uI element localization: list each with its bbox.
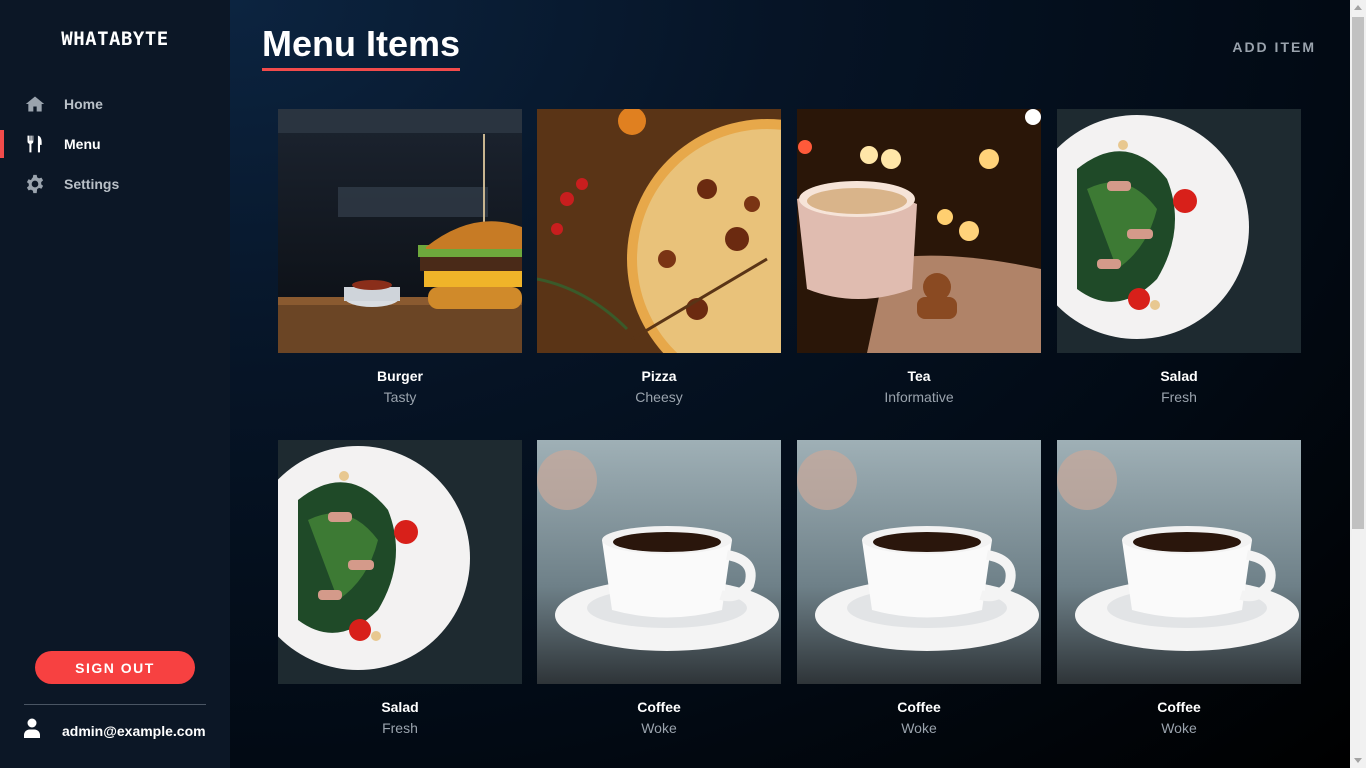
coffee-photo [797,440,1041,684]
sidebar-item-home[interactable]: Home [0,84,230,124]
menu-item-name: Salad [381,699,419,715]
menu-item-name: Pizza [641,368,677,384]
scrollbar[interactable] [1350,0,1366,768]
menu-item-name: Burger [377,368,423,384]
menu-item-card[interactable]: Coffee Woke [797,440,1041,736]
home-icon [24,93,46,115]
sidebar-item-settings[interactable]: Settings [0,164,230,204]
menu-item-name: Tea [907,368,931,384]
menu-item-name: Coffee [897,699,941,715]
salad-photo [278,440,522,684]
menu-item-description: Fresh [382,720,418,736]
utensils-icon [24,133,46,155]
user-profile[interactable]: admin@example.com [24,718,206,743]
menu-item-name: Coffee [1157,699,1201,715]
gear-icon [24,173,46,195]
divider [24,704,206,705]
add-item-button[interactable]: ADD ITEM [1232,39,1316,55]
tea-photo [797,109,1041,353]
sidebar-item-label: Home [64,96,103,112]
coffee-photo [1057,440,1301,684]
user-email: admin@example.com [62,722,206,739]
menu-item-description: Informative [884,389,954,405]
page-title: Menu Items [262,24,461,71]
menu-item-description: Fresh [1161,389,1197,405]
pizza-photo [537,109,781,353]
menu-item-description: Tasty [383,389,417,405]
menu-item-card[interactable]: Pizza Cheesy [537,109,781,405]
main-content: Menu Items ADD ITEM Burger Tasty Pizza C… [230,0,1350,768]
brand-logo[interactable]: WHATABYTE [0,28,230,50]
menu-item-name: Salad [1160,368,1198,384]
scroll-down-arrow-icon[interactable] [1354,758,1362,763]
menu-item-card[interactable]: Salad Fresh [1057,109,1301,405]
menu-item-name: Coffee [637,699,681,715]
sidebar-nav: Home Menu Settings [0,84,230,204]
sign-out-button[interactable]: SIGN OUT [35,651,195,684]
sidebar-item-menu[interactable]: Menu [0,124,230,164]
menu-item-card[interactable]: Burger Tasty [278,109,522,405]
burger-photo [278,109,522,353]
menu-item-card[interactable]: Coffee Woke [537,440,781,736]
menu-item-description: Woke [641,720,677,736]
menu-item-card[interactable]: Salad Fresh [278,440,522,736]
sidebar-item-label: Settings [64,176,120,192]
menu-item-card[interactable]: Coffee Woke [1057,440,1301,736]
scrollbar-thumb[interactable] [1352,17,1364,529]
salad-photo [1057,109,1301,353]
coffee-photo [537,440,781,684]
user-icon [24,718,40,743]
menu-item-card[interactable]: Tea Informative [797,109,1041,405]
sidebar-item-label: Menu [64,136,101,152]
menu-item-description: Woke [1161,720,1197,736]
menu-item-description: Cheesy [635,389,683,405]
scroll-up-arrow-icon[interactable] [1354,5,1362,10]
menu-item-description: Woke [901,720,937,736]
sidebar: WHATABYTE Home Menu Settings SIGN OUT ad… [0,0,230,768]
